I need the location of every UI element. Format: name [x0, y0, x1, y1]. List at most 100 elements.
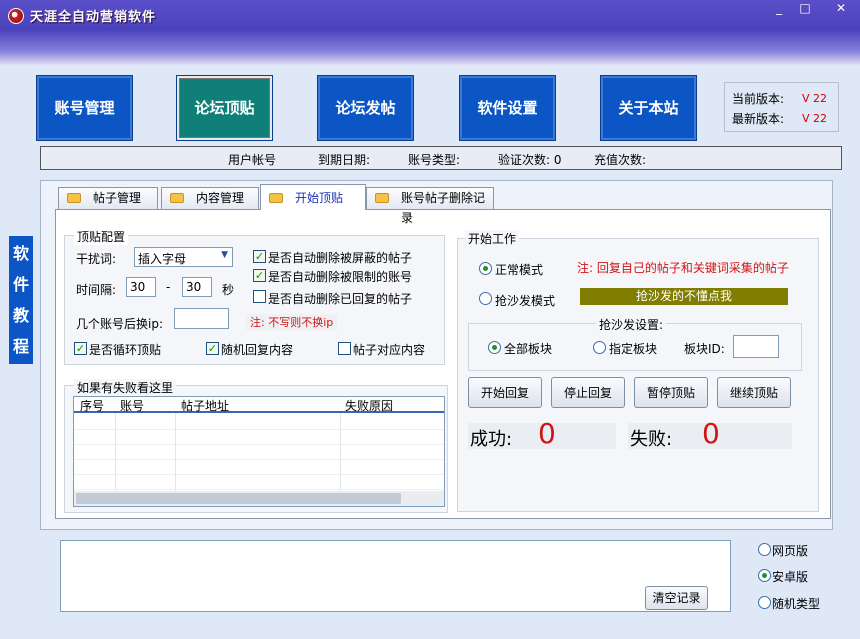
start-work-group — [457, 238, 819, 512]
folder-icon — [67, 193, 81, 203]
current-version-label: 当前版本: — [732, 92, 785, 106]
clear-log-button[interactable]: 清空记录 — [645, 586, 708, 610]
window-title: 天涯全自动营销软件 — [30, 10, 157, 25]
fail-count: 0 — [702, 417, 720, 450]
auto-delete-replied-checkbox[interactable] — [253, 290, 266, 303]
nav-about-button[interactable]: 关于本站 — [600, 75, 697, 141]
column-header-fail-reason[interactable]: 失败原因 — [345, 397, 393, 414]
ip-switch-input[interactable] — [174, 308, 229, 329]
success-count: 0 — [538, 417, 556, 450]
account-type-label: 账号类型: — [408, 153, 461, 167]
interval-to-input[interactable]: 30 — [182, 277, 212, 297]
column-header-post-url[interactable]: 帖子地址 — [181, 397, 229, 414]
folder-icon — [170, 193, 184, 203]
auto-delete-limited-label: 是否自动删除被限制的账号 — [268, 270, 413, 284]
stop-reply-button[interactable]: 停止回复 — [551, 377, 625, 408]
random-reply-checkbox[interactable]: ✓ — [206, 342, 219, 355]
auto-delete-blocked-checkbox[interactable]: ✓ — [253, 250, 266, 263]
random-type-radio[interactable] — [758, 596, 771, 609]
nav-settings-button[interactable]: 软件设置 — [459, 75, 556, 141]
tutorial-char: 软 — [12, 244, 29, 263]
board-id-label: 板块ID: — [684, 342, 725, 356]
interval-dash: - — [166, 280, 171, 294]
fail-label: 失败: — [630, 429, 673, 450]
table-body — [74, 415, 444, 491]
column-header-account[interactable]: 账号 — [120, 397, 144, 414]
horizontal-scrollbar[interactable] — [74, 491, 444, 506]
tutorial-char: 教 — [12, 306, 29, 325]
random-reply-label: 随机回复内容 — [221, 343, 294, 357]
tab-content-manage[interactable]: 内容管理 — [161, 187, 259, 209]
success-label: 成功: — [470, 429, 513, 450]
minimize-button[interactable]: _ — [766, 0, 792, 18]
current-version-value: V 22 — [802, 92, 828, 105]
interfere-word-label: 干扰词: — [76, 252, 117, 266]
folder-icon — [269, 193, 283, 203]
tab-label: 帖子管理 — [93, 191, 142, 205]
specific-board-label: 指定板块 — [609, 342, 658, 356]
loop-bump-checkbox[interactable]: ✓ — [74, 342, 87, 355]
table-divider — [340, 413, 341, 491]
tutorial-char: 程 — [12, 337, 29, 356]
nav-forum-bump-button[interactable]: 论坛顶贴 — [176, 75, 273, 141]
latest-version-label: 最新版本: — [732, 112, 785, 126]
board-id-input[interactable] — [733, 335, 779, 358]
normal-mode-radio[interactable] — [479, 262, 492, 275]
log-textarea[interactable] — [60, 540, 731, 612]
interval-unit: 秒 — [222, 283, 235, 297]
ip-switch-label: 几个账号后换ip: — [76, 317, 163, 331]
folder-icon — [375, 193, 389, 203]
post-content-match-checkbox[interactable] — [338, 342, 351, 355]
android-version-label: 安卓版 — [772, 570, 809, 584]
failures-title: 如果有失败看这里 — [74, 379, 177, 396]
user-account-label: 用户帐号 — [228, 153, 277, 167]
start-work-title: 开始工作 — [465, 230, 520, 247]
android-version-radio[interactable] — [758, 569, 771, 582]
resume-bump-button[interactable]: 继续顶贴 — [717, 377, 791, 408]
ip-note: 注: 不写则不换ip — [246, 314, 338, 330]
all-boards-radio[interactable] — [488, 341, 501, 354]
maximize-button[interactable]: □ — [792, 0, 818, 18]
nav-forum-post-button[interactable]: 论坛发帖 — [317, 75, 414, 141]
table-divider — [115, 413, 116, 491]
recharge-count-label: 充值次数: — [594, 153, 647, 167]
sofa-help-link[interactable]: 抢沙发的不懂点我 — [580, 288, 788, 305]
auto-delete-blocked-label: 是否自动删除被屏蔽的帖子 — [268, 251, 413, 265]
start-reply-button[interactable]: 开始回复 — [468, 377, 542, 408]
verify-count-label: 验证次数: 0 — [498, 153, 562, 167]
web-version-radio[interactable] — [758, 543, 771, 556]
table-divider — [175, 413, 176, 491]
chevron-down-icon: ▼ — [221, 250, 228, 260]
pause-bump-button[interactable]: 暂停顶贴 — [634, 377, 708, 408]
auto-delete-replied-label: 是否自动删除已回复的帖子 — [268, 292, 413, 306]
nav-account-manage-button[interactable]: 账号管理 — [36, 75, 133, 141]
close-button[interactable]: ✕ — [826, 0, 856, 18]
interval-label: 时间隔: — [76, 283, 117, 297]
web-version-label: 网页版 — [772, 544, 809, 558]
interfere-word-value: 插入字母 — [138, 252, 187, 266]
interval-from-input[interactable]: 30 — [126, 277, 156, 297]
sofa-mode-radio[interactable] — [479, 292, 492, 305]
tab-delete-records[interactable]: 账号帖子删除记录 — [366, 187, 494, 225]
tab-start-bump[interactable]: 开始顶贴 — [260, 184, 366, 210]
specific-board-radio[interactable] — [593, 341, 606, 354]
tutorial-char: 件 — [12, 275, 29, 294]
app-logo-icon — [8, 8, 24, 24]
random-type-label: 随机类型 — [772, 597, 821, 611]
sofa-settings-title: 抢沙发设置: — [596, 316, 667, 333]
auto-delete-limited-checkbox[interactable]: ✓ — [253, 269, 266, 282]
latest-version-value: V 22 — [802, 112, 828, 125]
sofa-mode-label: 抢沙发模式 — [495, 294, 556, 308]
column-header-index[interactable]: 序号 — [80, 397, 104, 414]
tab-post-manage[interactable]: 帖子管理 — [58, 187, 158, 209]
loop-bump-label: 是否循环顶贴 — [89, 343, 162, 357]
interfere-word-select[interactable]: 插入字母 ▼ — [134, 247, 233, 267]
normal-mode-label: 正常模式 — [495, 263, 544, 277]
bump-config-title: 顶贴配置 — [74, 228, 129, 245]
scrollbar-thumb[interactable] — [76, 493, 401, 504]
normal-mode-note: 注: 回复自己的帖子和关键词采集的帖子 — [577, 261, 789, 275]
tab-label: 内容管理 — [196, 191, 245, 205]
tab-label: 开始顶贴 — [295, 191, 344, 205]
tutorial-sidebar-button[interactable]: 软 件 教 程 — [9, 236, 33, 364]
post-content-match-label: 帖子对应内容 — [353, 343, 426, 357]
